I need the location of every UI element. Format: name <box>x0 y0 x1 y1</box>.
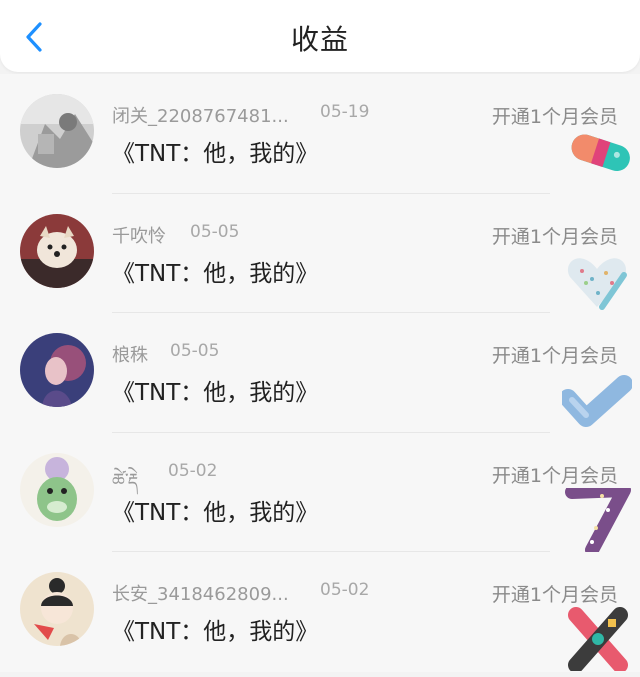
list-item[interactable]: 桹秼 05-05 《TNT：他，我的》 开通1个月会员 <box>0 313 640 433</box>
page-title: 收益 <box>290 23 349 56</box>
avatar[interactable] <box>20 572 94 646</box>
portrait-avatar-icon <box>20 333 94 407</box>
gift-date: 05-19 <box>320 102 370 122</box>
seven-gift-icon <box>565 487 631 552</box>
reward-label: 开通1个月会员 <box>491 464 618 487</box>
dinosaur-avatar-icon <box>20 452 94 527</box>
avatar[interactable] <box>20 94 94 168</box>
reward-label: 开通1个月会员 <box>491 106 618 128</box>
avatar[interactable] <box>20 213 94 288</box>
reward-label: 开通1个月会员 <box>491 345 618 367</box>
gift-date: 05-02 <box>320 580 370 600</box>
avatar[interactable] <box>20 452 94 527</box>
book-title: 《TNT：他，我的》 <box>112 499 319 526</box>
heart-gift-icon <box>567 257 627 310</box>
pill-gift-icon <box>571 134 630 172</box>
avatar[interactable] <box>20 333 94 407</box>
reward-label: 开通1个月会员 <box>491 225 618 248</box>
user-name: 千吹怜 <box>112 225 166 247</box>
book-title: 《TNT：他，我的》 <box>112 260 319 287</box>
list-item[interactable]: ཚེ་རྡེ 05-02 《TNT：他，我的》 开通1个月会员 <box>0 433 640 552</box>
book-title: 《TNT：他，我的》 <box>112 141 319 167</box>
book-title: 《TNT：他，我的》 <box>112 380 319 406</box>
x-gift-icon <box>568 607 628 671</box>
list-item[interactable]: 闭关_2208767481... 05-19 《TNT：他，我的》 开通1个月会… <box>0 74 640 194</box>
book-title: 《TNT：他，我的》 <box>112 619 319 645</box>
user-name: 桹秼 <box>112 345 148 366</box>
avatar-photo-icon <box>20 94 94 168</box>
app-header: 收益 <box>0 0 640 72</box>
gift-date: 05-05 <box>170 341 220 361</box>
list-item[interactable]: 千吹怜 05-05 《TNT：他，我的》 开通1个月会员 <box>0 194 640 313</box>
reward-label: 开通1个月会员 <box>491 584 618 606</box>
gift-date: 05-02 <box>168 460 218 481</box>
dog-avatar-icon <box>20 213 94 288</box>
earnings-list: 闭关_2208767481... 05-19 《TNT：他，我的》 开通1个月会… <box>0 74 640 672</box>
girl-avatar-icon <box>20 572 94 646</box>
user-name: 长安_3418462809... <box>112 584 289 605</box>
check-gift-icon <box>562 375 632 427</box>
gift-date: 05-05 <box>190 221 240 242</box>
user-name: 闭关_2208767481... <box>112 106 289 127</box>
list-item[interactable]: 长安_3418462809... 05-02 《TNT：他，我的》 开通1个月会… <box>0 552 640 672</box>
